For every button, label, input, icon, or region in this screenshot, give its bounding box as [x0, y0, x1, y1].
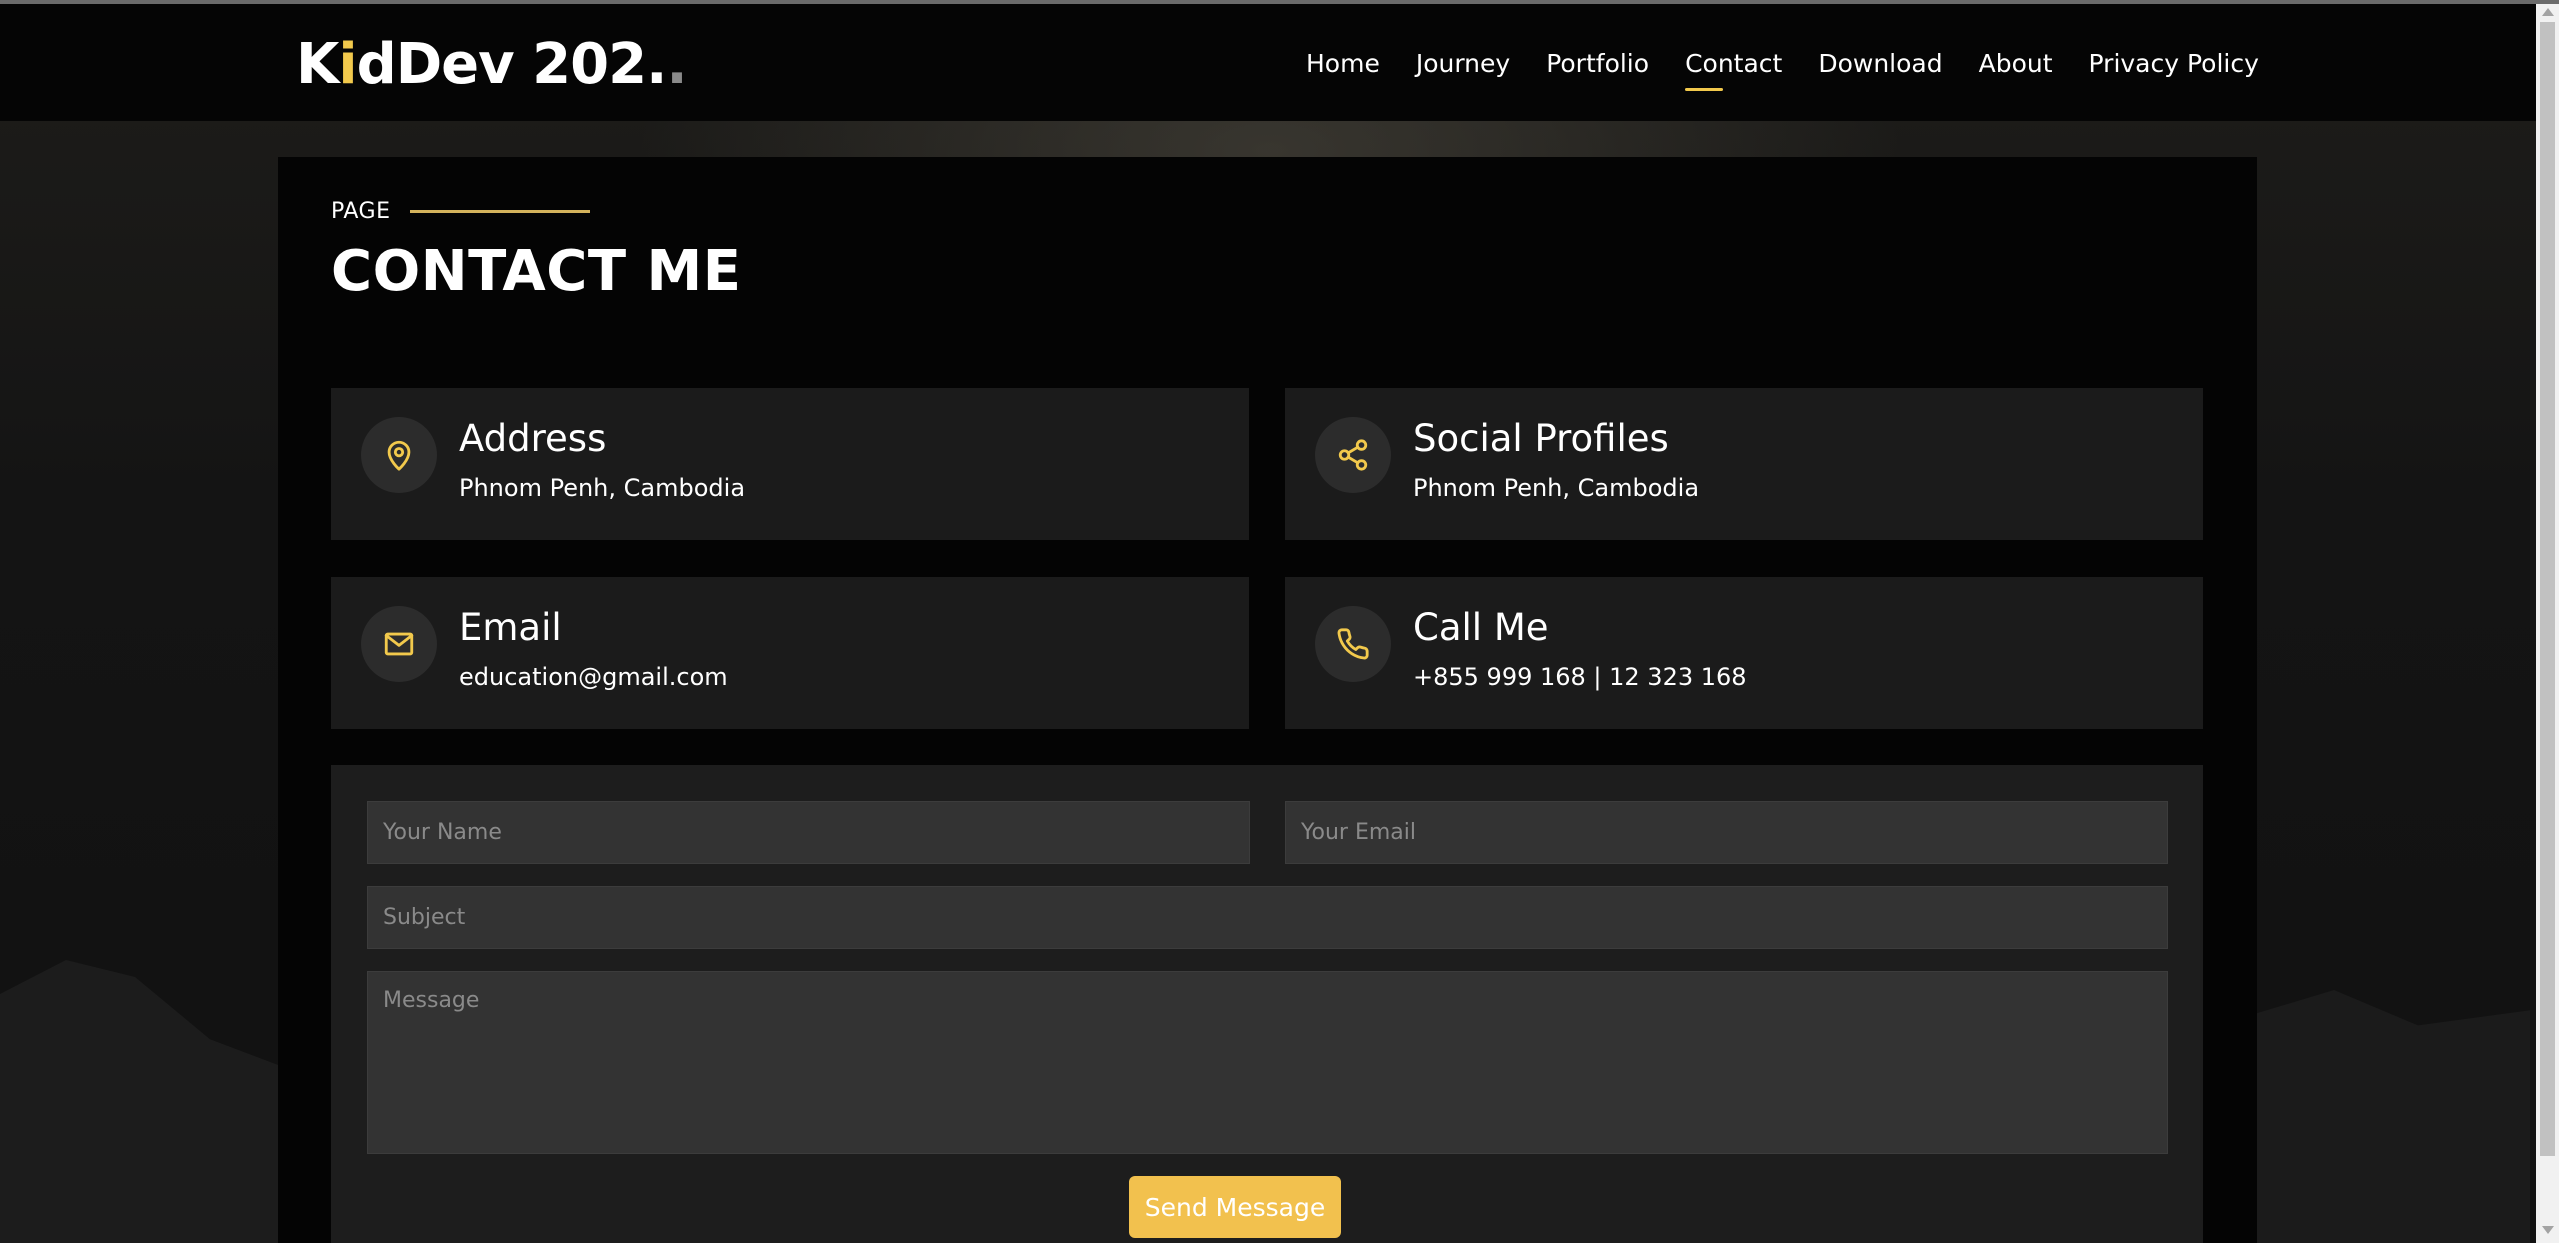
- page-label-divider: [410, 210, 590, 213]
- nav-portfolio[interactable]: Portfolio: [1546, 44, 1649, 84]
- main-nav: Home Journey Portfolio Contact Download …: [1306, 44, 2259, 91]
- card-title: Address: [459, 417, 607, 460]
- nav-home[interactable]: Home: [1306, 44, 1380, 84]
- page-label: PAGE: [331, 199, 391, 224]
- site-logo[interactable]: KidDev 202..: [296, 30, 688, 100]
- social-profiles-card: Social Profiles Phnom Penh, Cambodia: [1285, 388, 2203, 540]
- scrollbar-thumb[interactable]: [2540, 22, 2555, 1156]
- nav-about[interactable]: About: [1979, 44, 2053, 84]
- send-message-button[interactable]: Send Message: [1129, 1176, 1341, 1238]
- scroll-down-arrow-icon[interactable]: [2542, 1226, 2554, 1234]
- nav-journey[interactable]: Journey: [1416, 44, 1510, 84]
- card-value: education@gmail.com: [459, 663, 728, 691]
- email-card: Email education@gmail.com: [331, 577, 1249, 729]
- contact-panel: PAGE CONTACT ME Address Phnom Penh, Camb…: [278, 157, 2257, 1243]
- nav-download[interactable]: Download: [1818, 44, 1942, 84]
- card-value: Phnom Penh, Cambodia: [459, 474, 746, 502]
- card-value: +855 999 168 | 12 323 168: [1413, 663, 1747, 691]
- card-title: Social Profiles: [1413, 417, 1669, 460]
- nav-contact[interactable]: Contact: [1685, 44, 1782, 91]
- site-header: KidDev 202.. Home Journey Portfolio Cont…: [0, 4, 2536, 121]
- address-card: Address Phnom Penh, Cambodia: [331, 388, 1249, 540]
- message-textarea[interactable]: [367, 971, 2168, 1154]
- logo-accent: i: [338, 32, 357, 97]
- nav-privacy-policy[interactable]: Privacy Policy: [2089, 44, 2259, 84]
- phone-icon: [1315, 606, 1391, 682]
- share-icon: [1315, 417, 1391, 493]
- page-title: CONTACT ME: [331, 239, 742, 304]
- card-value: Phnom Penh, Cambodia: [1413, 474, 1700, 502]
- card-title: Call Me: [1413, 606, 1549, 649]
- call-me-card: Call Me +855 999 168 | 12 323 168: [1285, 577, 2203, 729]
- background-mountain: [2250, 990, 2530, 1243]
- contact-form: Send Message: [331, 765, 2203, 1243]
- scroll-up-arrow-icon[interactable]: [2542, 8, 2554, 16]
- name-input[interactable]: [367, 801, 1250, 864]
- card-title: Email: [459, 606, 562, 649]
- email-input[interactable]: [1285, 801, 2168, 864]
- vertical-scrollbar[interactable]: [2536, 4, 2559, 1243]
- mail-icon: [361, 606, 437, 682]
- location-pin-icon: [361, 417, 437, 493]
- subject-input[interactable]: [367, 886, 2168, 949]
